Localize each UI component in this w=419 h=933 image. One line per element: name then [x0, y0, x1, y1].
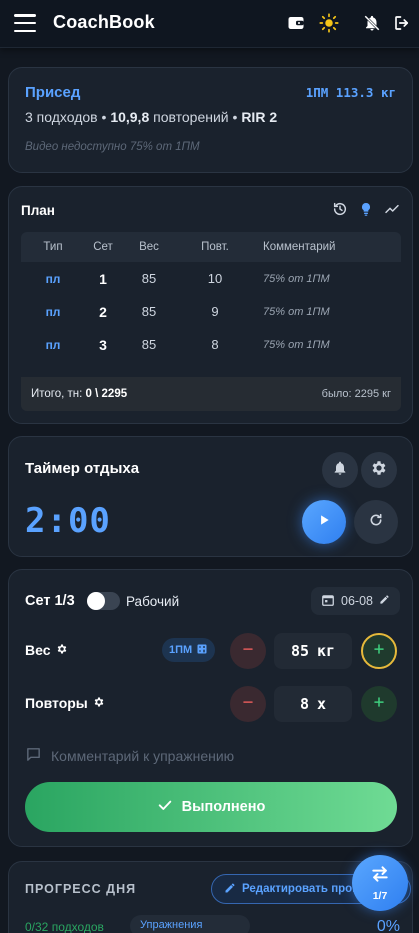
- working-set-toggle[interactable]: [87, 592, 120, 610]
- exercise-comment-input[interactable]: Комментарий к упражнению: [25, 746, 234, 766]
- reps-decrease-button[interactable]: [230, 686, 266, 722]
- exercise-name[interactable]: Присед: [25, 84, 80, 101]
- exercises-chip[interactable]: Упражнения: [130, 915, 250, 933]
- set-input-card: Сет 1/3 Рабочий 06-08 Вес 1ПМ 85 кг Повто…: [8, 569, 413, 847]
- gear-icon[interactable]: [56, 642, 68, 658]
- reps-label: Повторы: [25, 695, 105, 711]
- timer-sound-button[interactable]: [322, 452, 358, 488]
- plus-icon: [372, 695, 386, 714]
- toggle-label: Рабочий: [126, 594, 180, 609]
- plus-icon: [372, 642, 386, 661]
- reps-increase-button[interactable]: [361, 686, 397, 722]
- table-row[interactable]: пл 3 85 8 75% от 1ПМ: [21, 328, 401, 361]
- exercise-summary: 3 подходов • 10,9,8 повторений • RIR 2: [25, 109, 278, 125]
- plan-toolbar: [332, 201, 400, 222]
- reps-value[interactable]: 8x: [274, 686, 352, 722]
- table-row[interactable]: пл 2 85 9 75% от 1ПМ: [21, 295, 401, 328]
- weight-label: Вес: [25, 642, 68, 658]
- weight-decrease-button[interactable]: [230, 633, 266, 669]
- swap-icon: [370, 864, 390, 889]
- play-icon: [317, 513, 331, 532]
- minus-icon: [241, 695, 255, 714]
- minus-icon: [241, 642, 255, 661]
- timer-play-button[interactable]: [302, 500, 346, 544]
- wallet-icon[interactable]: [285, 12, 307, 34]
- progress-percent: 0%: [376, 918, 400, 933]
- check-icon: [157, 797, 173, 817]
- history-icon[interactable]: [332, 201, 348, 222]
- comment-icon: [25, 746, 42, 766]
- calculator-icon: [196, 643, 208, 658]
- complete-set-button[interactable]: Выполнено: [25, 782, 397, 832]
- set-counter: Сет 1/3: [25, 593, 75, 609]
- table-row[interactable]: пл 1 85 10 75% от 1ПМ: [21, 262, 401, 295]
- plan-title: План: [21, 203, 55, 218]
- weight-value[interactable]: 85 кг: [274, 633, 352, 669]
- exercise-card: Присед 1ПМ 113.3 кг 3 подходов • 10,9,8 …: [8, 67, 413, 173]
- lightbulb-icon[interactable]: [358, 201, 374, 222]
- plan-table: Тип Сет Вес Повт. Комментарий пл 1 85 10…: [21, 232, 401, 361]
- plan-table-header: Тип Сет Вес Повт. Комментарий: [21, 232, 401, 262]
- timer-settings-button[interactable]: [361, 452, 397, 488]
- timer-title: Таймер отдыха: [25, 460, 140, 477]
- edit-icon: [379, 594, 390, 608]
- trend-icon[interactable]: [384, 201, 400, 222]
- timer-value: 2:00: [25, 501, 111, 541]
- notifications-off-icon[interactable]: [361, 12, 383, 34]
- switch-exercise-fab[interactable]: 1/7: [352, 855, 408, 911]
- one-rm-calculator-chip[interactable]: 1ПМ: [162, 638, 216, 662]
- sets-done-count: 0/32 подходов: [25, 920, 104, 933]
- timer-reset-button[interactable]: [354, 500, 398, 544]
- plan-total: Итого, тн: 0 \ 2295 было: 2295 кг: [21, 377, 401, 411]
- rest-timer-card: Таймер отдыха 2:00: [8, 436, 413, 557]
- refresh-icon: [368, 512, 384, 533]
- app-title: CoachBook: [53, 12, 155, 32]
- gear-icon: [370, 459, 388, 482]
- date-chip[interactable]: 06-08: [311, 587, 400, 615]
- day-progress-card: ПРОГРЕСС ДНЯ Редактировать прогр 0/32 по…: [8, 861, 413, 933]
- weight-increase-button[interactable]: [361, 633, 397, 669]
- progress-title: ПРОГРЕСС ДНЯ: [25, 882, 137, 896]
- gear-icon[interactable]: [93, 695, 105, 711]
- bell-icon: [332, 460, 348, 481]
- logout-icon[interactable]: [391, 12, 413, 34]
- exercise-note: Видео недоступно 75% от 1ПМ: [25, 141, 200, 153]
- edit-icon: [224, 882, 236, 897]
- plan-card: План Тип Сет Вес Повт. Комментарий пл 1 …: [8, 186, 413, 424]
- one-rm-value: 1ПМ 113.3 кг: [305, 85, 396, 100]
- menu-icon[interactable]: [14, 14, 36, 32]
- calendar-icon: [321, 593, 335, 610]
- plan-previous-total: было: 2295 кг: [321, 388, 391, 400]
- top-app-bar: CoachBook: [0, 0, 419, 48]
- sun-icon[interactable]: [318, 12, 340, 34]
